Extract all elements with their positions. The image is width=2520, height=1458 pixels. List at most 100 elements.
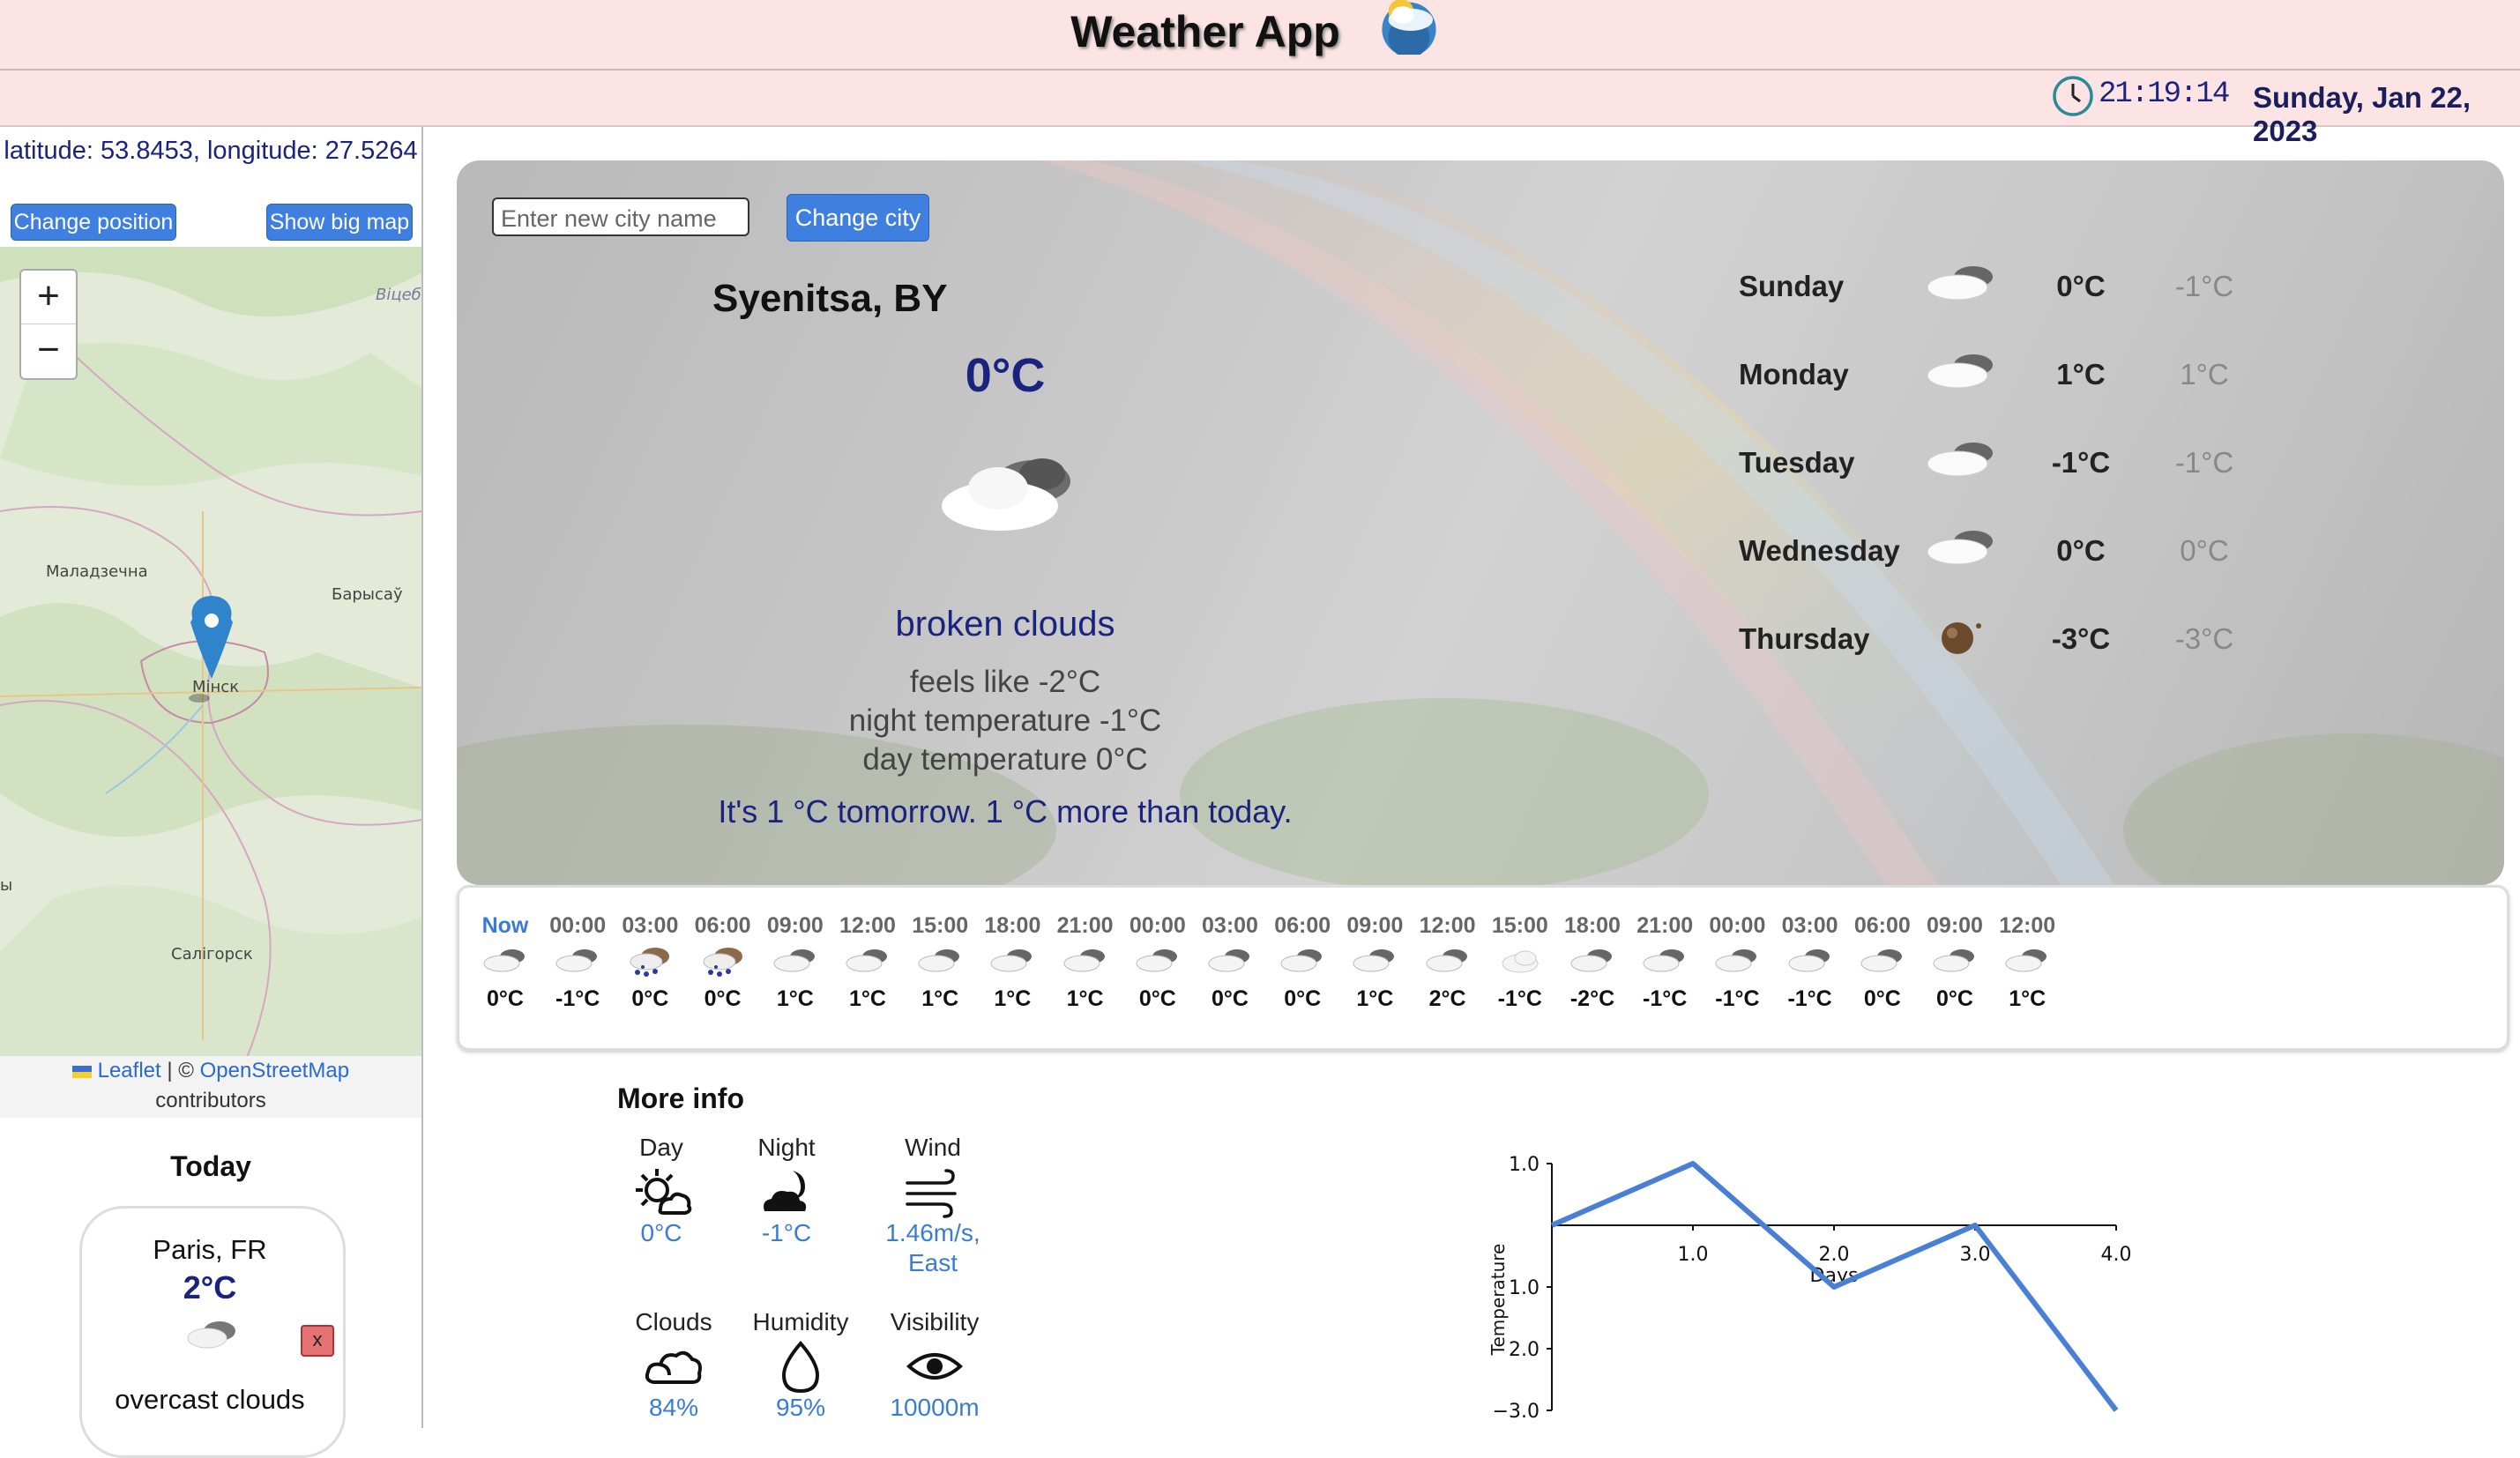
zoom-control: + − (19, 269, 78, 380)
forecast-min: 0°C (2151, 534, 2257, 568)
current-date: Sunday, Jan 22, 2023 (2253, 81, 2520, 148)
cloud-icon (1711, 944, 1763, 979)
hourly-time: 21:00 (1049, 913, 1122, 939)
cloud-icon (1638, 944, 1691, 979)
drop-icon (770, 1340, 831, 1393)
hourly-temp: 0°C (1266, 986, 1338, 1012)
hourly-item: 06:00 0°C (687, 913, 759, 1012)
attribution-contributors: contributors (155, 1089, 265, 1112)
saved-city-temp: 2°C (79, 1269, 340, 1306)
more-info-wind: Wind 1.46m/s, East (871, 1134, 995, 1278)
cloud-icon (1922, 347, 2002, 397)
weather-description: broken clouds (785, 605, 1226, 644)
hourly-temp: 1°C (831, 986, 904, 1012)
cloud-icon (479, 944, 532, 979)
chart-y-label: Temperature (1487, 1244, 1509, 1357)
cloud-icon (1784, 944, 1837, 979)
clouds-label: Clouds (612, 1308, 735, 1336)
wind-direction: East (871, 1248, 995, 1278)
hourly-item: 09:001°C (759, 913, 831, 1012)
map-label-barysau: Барысаў (332, 585, 403, 604)
hourly-time: 06:00 (687, 913, 759, 939)
hourly-time: 18:00 (1556, 913, 1629, 939)
hourly-time: Now (469, 913, 541, 939)
eye-icon (904, 1340, 966, 1393)
visibility-label: Visibility (873, 1308, 996, 1336)
city-search-input[interactable]: Enter new city name (492, 197, 749, 236)
chart-y-tick-label: 1.0 (1509, 1154, 1540, 1176)
cloud-icon (1204, 944, 1256, 979)
today-title: Today (0, 1150, 421, 1183)
cloud-icon (841, 944, 894, 979)
openstreetmap-link[interactable]: OpenStreetMap (200, 1059, 349, 1082)
hourly-temp: -1°C (541, 986, 614, 1012)
hourly-time: 03:00 (614, 913, 686, 939)
hourly-item: 03:00-1°C (1774, 913, 1846, 1012)
hourly-item: 09:001°C (1338, 913, 1411, 1012)
hourly-item: 00:000°C (1122, 913, 1194, 1012)
more-info-visibility: Visibility 10000m (873, 1308, 996, 1423)
visibility-value: 10000m (873, 1393, 996, 1423)
hourly-item: 12:001°C (831, 913, 904, 1012)
tomorrow-comparison: It's 1 °C tomorrow. 1 °C more than today… (652, 793, 1358, 830)
snow-cloud-icon (623, 944, 676, 979)
day-label: Day (600, 1134, 723, 1162)
forecast-min: -1°C (2151, 270, 2257, 303)
hourly-item: 15:001°C (904, 913, 976, 1012)
wind-value: 1.46m/s, (871, 1218, 995, 1248)
app-title-text: Weather App (1070, 4, 1340, 60)
map-label-salihorsk: Салігорск (171, 945, 253, 963)
hourly-time: 15:00 (904, 913, 976, 939)
cloud-icon (551, 944, 604, 979)
forecast-day: Wednesday (1739, 534, 1900, 568)
map-label-minsk: Мінск (192, 678, 239, 696)
hourly-item: 03:000°C (614, 913, 686, 1012)
hourly-item: 12:002°C (1412, 913, 1484, 1012)
chart-y-tick-label: −3.0 (1493, 1401, 1540, 1423)
forecast-max: -1°C (2028, 446, 2134, 480)
hourly-item: 12:001°C (1991, 913, 2063, 1012)
weather-logo-icon (1368, 0, 1450, 55)
hourly-temp: -1°C (1484, 986, 1556, 1012)
broken-clouds-icon (936, 450, 1086, 538)
feels-like: feels like -2°C (785, 663, 1226, 702)
zoom-out-button[interactable]: − (21, 324, 76, 377)
hourly-temp: 1°C (976, 986, 1048, 1012)
change-city-button[interactable]: Change city (787, 194, 929, 242)
hourly-temp: 0°C (687, 986, 759, 1012)
clouds-value: 84% (612, 1393, 735, 1423)
cloud-icon (1922, 435, 2002, 485)
hourly-temp: 0°C (1846, 986, 1919, 1012)
current-time: 21:19:14 (2099, 78, 2228, 111)
forecast-day: Tuesday (1739, 446, 1854, 480)
more-info-clouds: Clouds 84% (612, 1308, 735, 1423)
forecast-max: 0°C (2028, 270, 2134, 303)
chart-y-tick-label: 2.0 (1509, 1339, 1540, 1361)
forecast-max: 1°C (2028, 358, 2134, 391)
hourly-item: 21:001°C (1049, 913, 1122, 1012)
show-big-map-button[interactable]: Show big map (266, 204, 413, 241)
overcast-cloud-icon (181, 1315, 242, 1350)
app-title: Weather App (0, 0, 2520, 63)
hourly-time: 15:00 (1484, 913, 1556, 939)
night-value: -1°C (725, 1218, 848, 1248)
cloud-icon (913, 944, 966, 979)
forecast-max: 0°C (2028, 534, 2134, 568)
temperature-chart: 1.02.03.04.01.01.02.0−3.0DaysTemperature (1481, 1146, 2151, 1428)
cloud-icon (1059, 944, 1112, 979)
cloud-icon (986, 944, 1039, 979)
hourly-item: 18:001°C (976, 913, 1048, 1012)
chart-x-tick-label: 4.0 (2101, 1244, 2132, 1266)
hourly-item: 06:000°C (1266, 913, 1338, 1012)
remove-city-button[interactable]: x (301, 1325, 334, 1357)
zoom-in-button[interactable]: + (21, 271, 76, 324)
cloud-icon (769, 944, 822, 979)
hourly-time: 12:00 (1412, 913, 1484, 939)
forecast-day: Thursday (1739, 622, 1870, 656)
cloud-icon (1856, 944, 1909, 979)
leaflet-link[interactable]: Leaflet (98, 1059, 161, 1082)
current-temperature: 0°C (829, 348, 1182, 403)
cloud-icon (1566, 944, 1619, 979)
change-position-button[interactable]: Change position (11, 204, 176, 241)
hourly-time: 00:00 (541, 913, 614, 939)
